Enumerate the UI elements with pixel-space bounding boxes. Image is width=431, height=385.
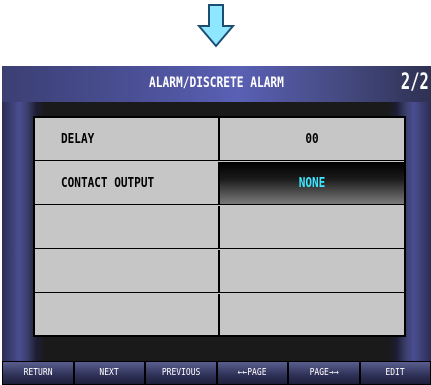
settings-table: DELAY 00 CONTACT OUTPUT NONE: [33, 116, 406, 337]
table-row[interactable]: CONTACT OUTPUT NONE: [35, 162, 404, 206]
row-value-cell[interactable]: [220, 250, 404, 293]
table-row[interactable]: [35, 206, 404, 250]
next-button-label: NEXT: [99, 367, 119, 378]
page-back-button-label: ←←PAGE: [237, 367, 267, 378]
row-value-cell[interactable]: [220, 294, 404, 337]
table-row[interactable]: DELAY 00: [35, 118, 404, 162]
row-value-cell-selected[interactable]: NONE: [220, 162, 404, 205]
table-row[interactable]: [35, 250, 404, 294]
return-button-label: RETURN: [23, 367, 53, 378]
row-label: DELAY: [61, 132, 95, 147]
screen-title: ALARM/DISCRETE ALARM: [149, 75, 284, 91]
page-forward-button[interactable]: PAGE→→: [288, 361, 360, 385]
previous-button-label: PREVIOUS: [161, 367, 201, 378]
row-label: CONTACT OUTPUT: [61, 176, 155, 191]
previous-button[interactable]: PREVIOUS: [145, 361, 217, 385]
row-label-cell: [35, 206, 220, 249]
title-bar: ALARM/DISCRETE ALARM 2/2: [2, 66, 431, 102]
table-row[interactable]: [35, 294, 404, 338]
page-back-button[interactable]: ←←PAGE: [216, 361, 288, 385]
page-indicator: 2/2: [401, 70, 429, 95]
row-value: NONE: [298, 176, 326, 191]
row-label-cell: CONTACT OUTPUT: [35, 162, 220, 205]
device-screen: ALARM/DISCRETE ALARM 2/2 DELAY 00 CONTAC…: [2, 66, 431, 385]
row-value-cell[interactable]: [220, 206, 404, 249]
page-forward-button-label: PAGE→→: [309, 367, 339, 378]
row-value-cell[interactable]: 00: [220, 118, 404, 161]
row-label-cell: [35, 294, 220, 337]
return-button[interactable]: RETURN: [2, 361, 74, 385]
edit-button-label: EDIT: [385, 367, 405, 378]
edit-button[interactable]: EDIT: [359, 361, 431, 385]
down-arrow-icon: [196, 4, 236, 48]
row-value: 00: [305, 132, 319, 147]
settings-panel: DELAY 00 CONTACT OUTPUT NONE: [2, 102, 431, 361]
next-button[interactable]: NEXT: [73, 361, 145, 385]
row-label-cell: [35, 250, 220, 293]
function-key-bar: RETURN NEXT PREVIOUS ←←PAGE PAGE→→ EDIT: [2, 361, 431, 385]
row-label-cell: DELAY: [35, 118, 220, 161]
